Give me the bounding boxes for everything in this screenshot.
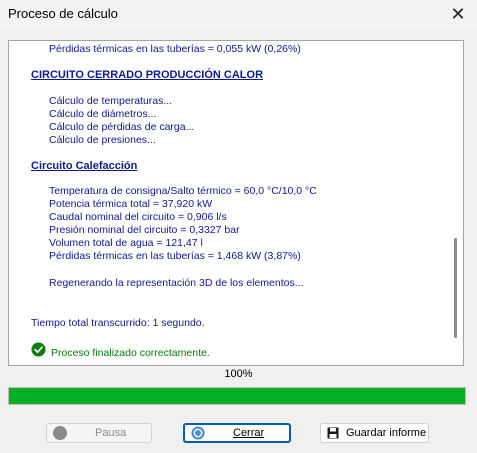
log-line: Cálculo de presiones...	[49, 134, 156, 146]
log-scrollbar[interactable]	[448, 41, 463, 365]
floppy-disk-icon	[327, 427, 339, 439]
log-line: Cálculo de diámetros...	[49, 108, 157, 120]
pause-button-label: Pausa	[95, 427, 127, 439]
save-report-button-label: Guardar informe	[346, 427, 427, 439]
log-line: Potencia térmica total = 37,920 kW	[49, 198, 213, 210]
success-message: Proceso finalizado correctamente.	[51, 347, 210, 359]
pause-button[interactable]: Pausa	[46, 423, 152, 443]
log-line: Pérdidas térmicas en las tuberías = 0,05…	[49, 43, 301, 55]
log-line: Regenerando la representación 3D de los …	[49, 277, 304, 289]
progress-fill	[9, 388, 465, 404]
progress-bar	[8, 387, 466, 405]
log-line: Caudal nominal del circuito = 0,906 l/s	[49, 211, 227, 223]
progress-percent: 100%	[224, 368, 253, 380]
close-button-label: Cerrar	[233, 427, 265, 439]
log-line: Temperatura de consigna/Salto térmico = …	[49, 185, 317, 197]
save-report-button[interactable]: Guardar informe	[320, 423, 429, 443]
log-line: Cálculo de pérdidas de carga...	[49, 121, 195, 133]
log-line: Volumen total de agua = 121,47 l	[49, 237, 203, 249]
log-section-header: Circuito Calefacción	[31, 160, 138, 172]
elapsed-time-text: Tiempo total transcurrido: 1 segundo.	[31, 317, 205, 329]
log-section-header: CIRCUITO CERRADO PRODUCCIÓN CALOR	[31, 69, 264, 81]
log-line: Cálculo de temperaturas...	[49, 95, 173, 107]
close-circle-icon	[191, 426, 205, 440]
scrollbar-thumb[interactable]	[454, 238, 457, 338]
pause-circle-icon	[53, 426, 67, 440]
window-title: Proceso de cálculo	[8, 6, 118, 21]
log-panel[interactable]: Pérdidas térmicas en las tuberías = 0,05…	[8, 40, 464, 366]
title-bar: Proceso de cálculo ✕	[0, 0, 477, 30]
close-button[interactable]: Cerrar	[183, 423, 291, 443]
check-circle-icon	[31, 342, 46, 357]
close-icon[interactable]: ✕	[447, 3, 469, 25]
log-line: Presión nominal del circuito = 0,3327 ba…	[49, 224, 240, 236]
log-line: Pérdidas térmicas en las tuberías = 1,46…	[49, 250, 301, 262]
